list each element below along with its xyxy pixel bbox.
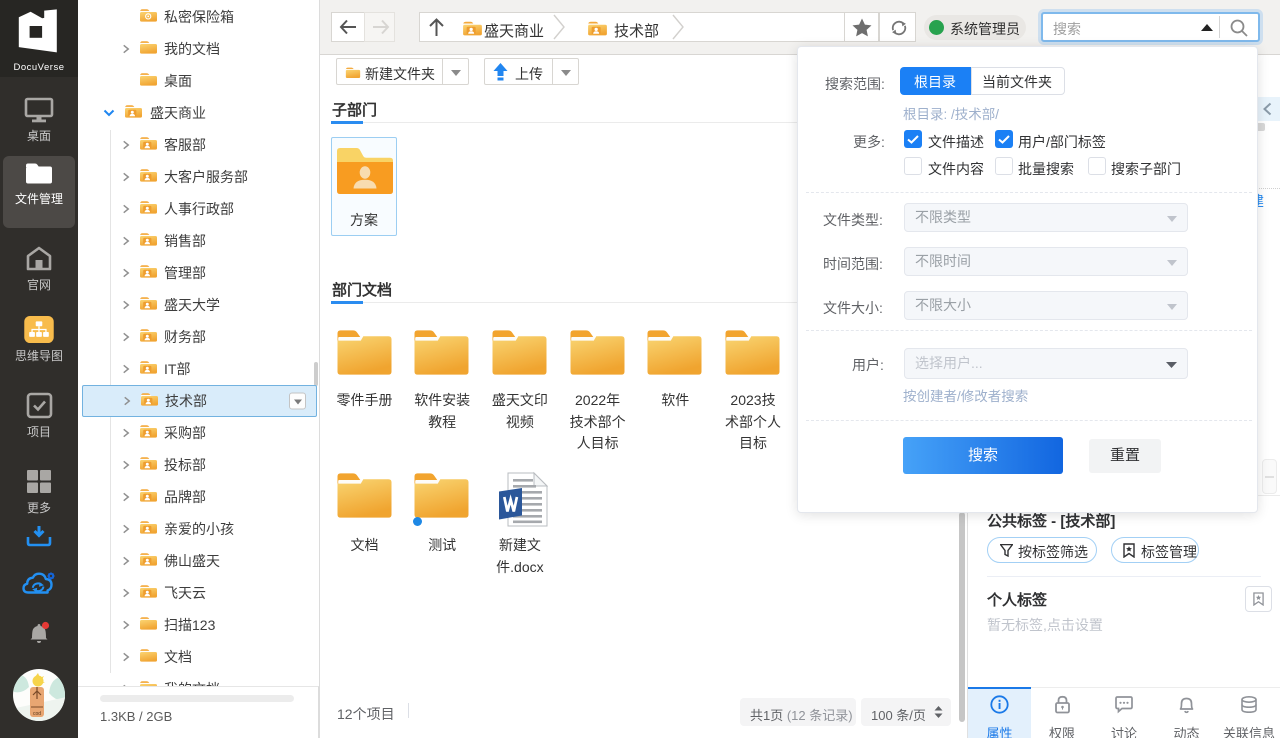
svg-text:cod: cod — [33, 711, 41, 717]
